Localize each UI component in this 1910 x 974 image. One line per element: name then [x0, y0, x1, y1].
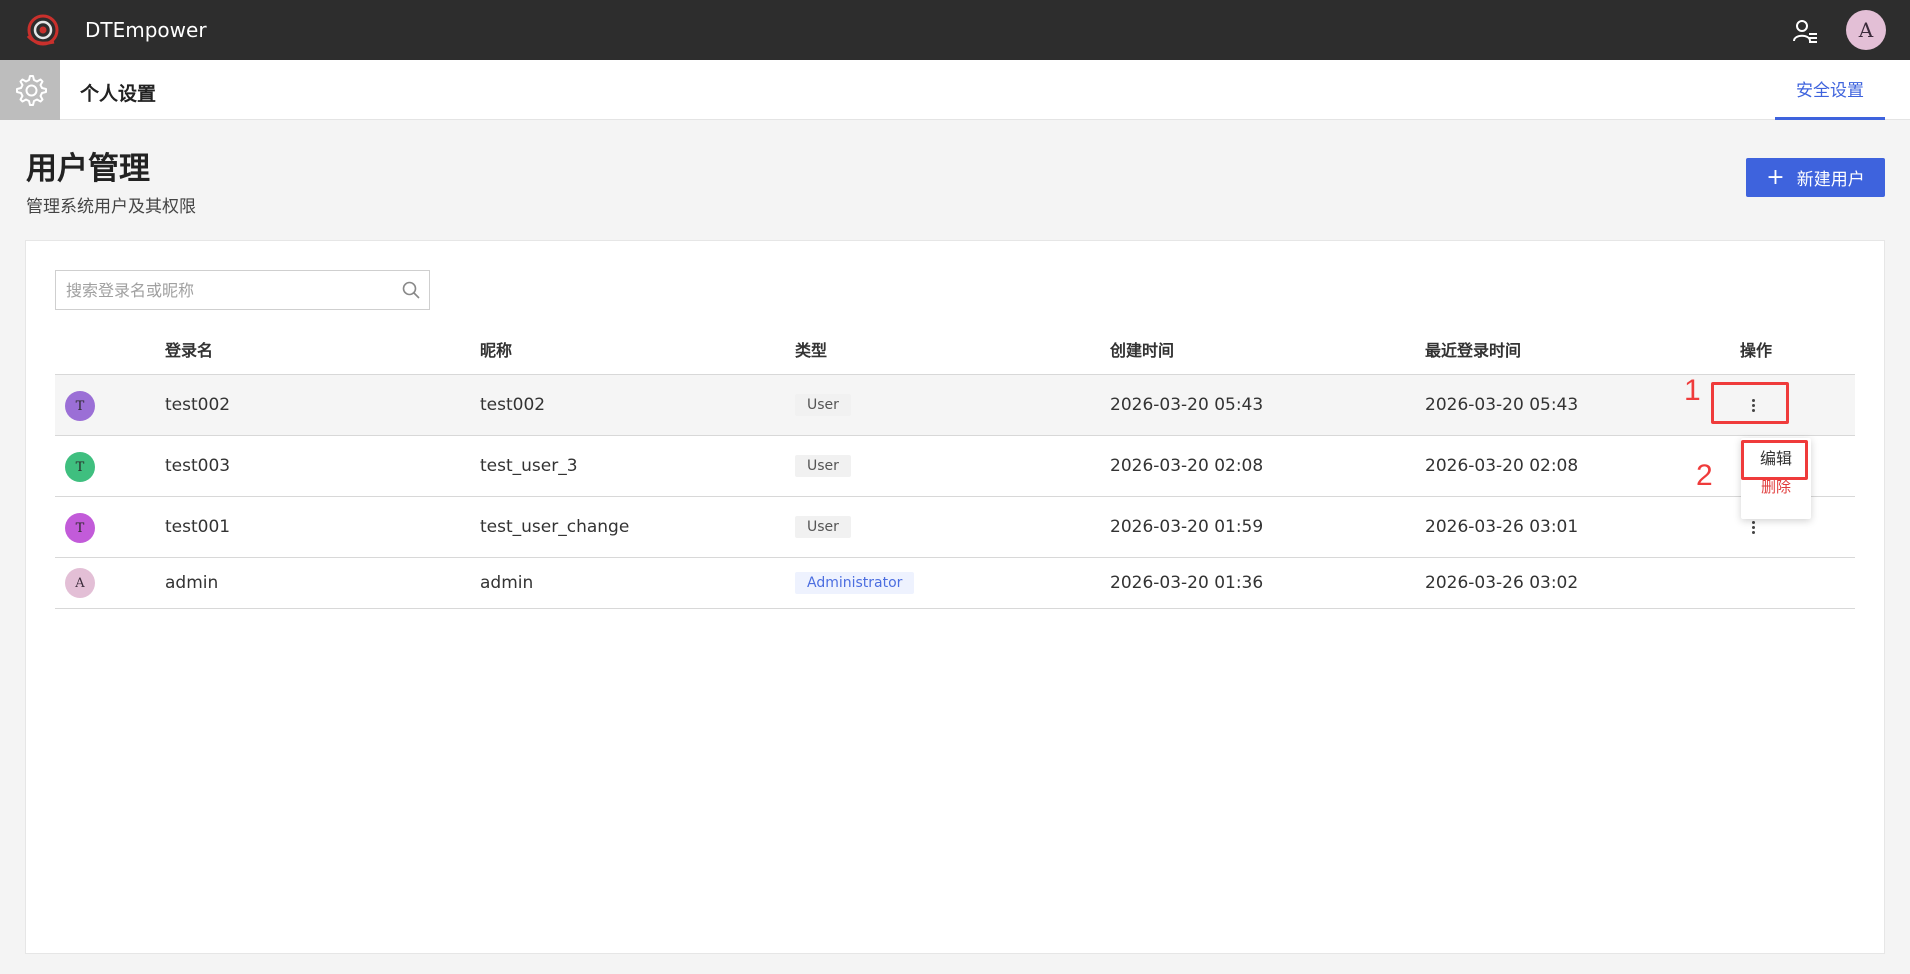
cell-nickname: admin — [480, 573, 534, 593]
table-row[interactable]: T test001 test_user_change User 2026-03-… — [55, 497, 1855, 558]
search-icon[interactable] — [393, 271, 429, 309]
column-header-last-login: 最近登录时间 — [1425, 341, 1522, 360]
type-badge: User — [795, 516, 851, 538]
tab-security-settings[interactable]: 安全设置 — [1775, 60, 1885, 120]
type-badge: User — [795, 455, 851, 477]
cell-nickname: test_user_3 — [480, 456, 578, 476]
cell-last-login: 2026-03-20 05:43 — [1425, 395, 1579, 415]
gear-icon — [16, 75, 47, 106]
table-row[interactable]: T test003 test_user_3 User 2026-03-20 02… — [55, 436, 1855, 497]
table-row[interactable]: A admin admin Administrator 2026-03-20 0… — [55, 558, 1855, 609]
column-header-type: 类型 — [795, 341, 828, 360]
cell-login: test003 — [165, 456, 231, 476]
cell-last-login: 2026-03-26 03:01 — [1425, 517, 1579, 537]
cell-nickname: test_user_change — [480, 517, 630, 537]
plus-icon: + — [1766, 164, 1785, 190]
cell-login: test001 — [165, 517, 231, 537]
annotation-box-2 — [1741, 440, 1808, 480]
top-bar: DTEmpower A — [0, 0, 1910, 60]
type-badge: Administrator — [795, 572, 915, 594]
type-badge: User — [795, 394, 851, 416]
column-header-actions: 操作 — [1740, 341, 1773, 360]
new-user-label: 新建用户 — [1796, 170, 1865, 190]
cell-created: 2026-03-20 05:43 — [1110, 395, 1264, 415]
cell-last-login: 2026-03-20 02:08 — [1425, 456, 1579, 476]
column-header-nickname: 昵称 — [480, 341, 513, 360]
cell-login: admin — [165, 573, 219, 593]
app-title: DTEmpower — [85, 18, 207, 42]
new-user-button[interactable]: + 新建用户 — [1746, 158, 1885, 197]
row-avatar: T — [65, 452, 95, 482]
user-avatar[interactable]: A — [1846, 10, 1886, 50]
cell-created: 2026-03-20 02:08 — [1110, 456, 1264, 476]
annotation-box-1 — [1711, 382, 1789, 424]
search-box — [55, 270, 430, 310]
settings-icon-box — [0, 60, 60, 120]
table-header: 登录名 昵称 类型 创建时间 最近登录时间 操作 — [55, 339, 1855, 375]
row-avatar: T — [65, 513, 95, 543]
column-header-created: 创建时间 — [1110, 341, 1175, 360]
row-avatar: T — [65, 391, 95, 421]
column-header-login: 登录名 — [165, 341, 214, 360]
annotation-number-1: 1 — [1684, 374, 1701, 407]
cell-login: test002 — [165, 395, 231, 415]
row-avatar: A — [65, 568, 95, 598]
cell-nickname: test002 — [480, 395, 546, 415]
page-subtitle: 管理系统用户及其权限 — [26, 197, 196, 217]
subheader-title: 个人设置 — [80, 83, 157, 105]
sub-header: 个人设置 安全设置 — [0, 60, 1910, 120]
cell-created: 2026-03-20 01:36 — [1110, 573, 1264, 593]
cell-last-login: 2026-03-26 03:02 — [1425, 573, 1579, 593]
dtempower-logo-icon — [26, 14, 59, 46]
search-input[interactable] — [56, 271, 393, 309]
users-card: 登录名 昵称 类型 创建时间 最近登录时间 操作 T test002 test0… — [25, 240, 1885, 954]
table-row[interactable]: T test002 test002 User 2026-03-20 05:43 … — [55, 375, 1855, 436]
page-title: 用户管理 — [26, 151, 150, 187]
annotation-number-2: 2 — [1696, 459, 1713, 492]
cell-created: 2026-03-20 01:59 — [1110, 517, 1264, 537]
user-list-icon[interactable] — [1792, 18, 1818, 44]
